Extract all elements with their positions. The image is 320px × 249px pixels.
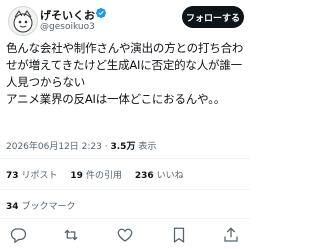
- divider: [0, 158, 250, 159]
- like-icon[interactable]: [116, 226, 134, 244]
- tweet-meta: 2026年06月12日 2:23 · 3.5万 表示: [6, 139, 156, 152]
- tweet-text: 色んな会社や制作さんや演出の方との打ち合わせが増えてきたけど生成AIに否定的な人…: [6, 41, 244, 106]
- likes-count: 236: [134, 171, 154, 181]
- divider: [0, 189, 250, 190]
- quotes-count: 19: [70, 171, 83, 181]
- timestamp[interactable]: 2026年06月12日 2:23: [6, 142, 102, 152]
- engagement-stats: 73 リポスト 19 件の引用 236 いいね: [6, 168, 194, 181]
- tweet-header: げそいくお @gesoikuo3 フォローする: [0, 0, 250, 44]
- quotes-stat[interactable]: 19 件の引用: [70, 171, 122, 181]
- divider: [0, 218, 250, 219]
- action-bar: [0, 226, 250, 246]
- views-count: 3.5万: [110, 142, 136, 152]
- verified-badge-icon: [95, 7, 107, 19]
- likes-stat[interactable]: 236 いいね: [135, 171, 184, 181]
- avatar-illustration: [13, 10, 33, 33]
- avatar[interactable]: [8, 6, 38, 36]
- reposts-stat[interactable]: 73 リポスト: [6, 171, 58, 181]
- bookmarks-stat[interactable]: 34 ブックマーク: [6, 199, 76, 212]
- bookmarks-label: ブックマーク: [21, 202, 76, 212]
- quotes-label: 件の引用: [85, 171, 122, 181]
- display-name[interactable]: げそいくお: [40, 7, 95, 23]
- repost-icon[interactable]: [62, 226, 80, 244]
- reply-icon[interactable]: [9, 226, 27, 244]
- likes-label: いいね: [156, 171, 184, 181]
- reposts-count: 73: [6, 171, 19, 181]
- bookmark-icon[interactable]: [170, 226, 188, 244]
- handle[interactable]: @gesoikuo3: [40, 22, 95, 32]
- bookmarks-count: 34: [6, 202, 19, 212]
- follow-button[interactable]: フォローする: [182, 6, 244, 28]
- reposts-label: リポスト: [21, 171, 58, 181]
- share-icon[interactable]: [222, 226, 240, 244]
- views-label: 表示: [138, 142, 157, 152]
